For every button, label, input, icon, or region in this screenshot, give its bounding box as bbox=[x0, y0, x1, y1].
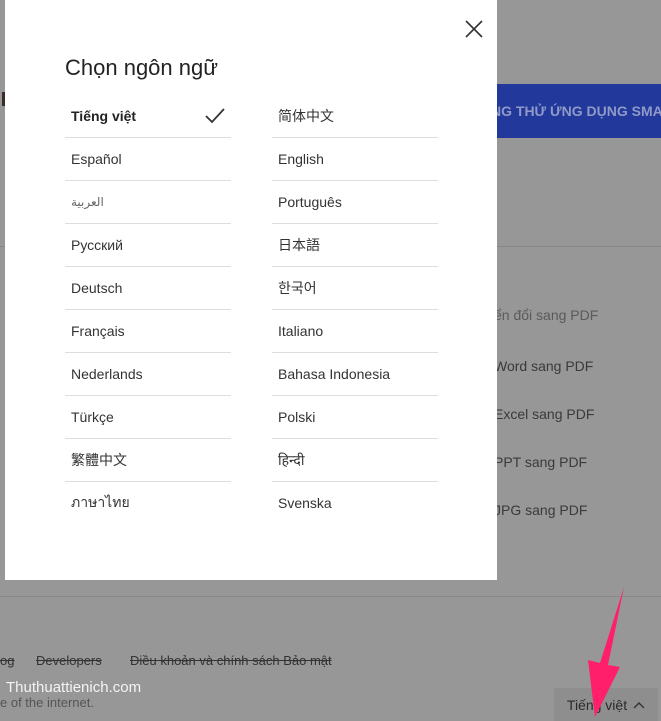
language-option-thai[interactable]: ภาษาไทย bbox=[65, 482, 231, 524]
language-option-polish[interactable]: Polski bbox=[272, 396, 438, 439]
language-option-french[interactable]: Français bbox=[65, 310, 231, 353]
language-label: English bbox=[278, 151, 324, 167]
language-label: ภาษาไทย bbox=[71, 494, 130, 510]
tagline: e of the internet. bbox=[0, 695, 94, 710]
language-label: 繁體中文 bbox=[71, 452, 127, 468]
footer-link-terms[interactable]: Điều khoản và chính sách Bảo mật bbox=[130, 653, 332, 668]
language-option-indonesian[interactable]: Bahasa Indonesia bbox=[272, 353, 438, 396]
checkmark-icon bbox=[205, 108, 225, 124]
excel-to-pdf-link[interactable]: Excel sang PDF bbox=[494, 406, 594, 422]
language-label: Français bbox=[71, 323, 125, 339]
footer-link-blog[interactable]: og bbox=[0, 653, 14, 668]
language-option-italian[interactable]: Italiano bbox=[272, 310, 438, 353]
language-label: Nederlands bbox=[71, 366, 143, 382]
language-label: Português bbox=[278, 194, 342, 210]
language-option-japanese[interactable]: 日本語 bbox=[272, 224, 438, 267]
language-label: Polski bbox=[278, 409, 316, 425]
chevron-up-icon bbox=[633, 701, 645, 708]
language-label: 日本語 bbox=[278, 237, 320, 253]
language-label: Türkçe bbox=[71, 409, 114, 425]
language-label: हिन्दी bbox=[278, 451, 305, 468]
language-option-spanish[interactable]: Español bbox=[65, 138, 231, 181]
language-option-english[interactable]: English bbox=[272, 138, 438, 181]
language-label: Svenska bbox=[278, 495, 332, 511]
word-to-pdf-link[interactable]: Word sang PDF bbox=[494, 358, 593, 374]
language-option-turkish[interactable]: Türkçe bbox=[65, 396, 231, 439]
language-option-portuguese[interactable]: Português bbox=[272, 181, 438, 224]
language-option-korean[interactable]: 한국어 bbox=[272, 267, 438, 310]
language-label: 简体中文 bbox=[278, 108, 334, 124]
ppt-to-pdf-link[interactable]: PPT sang PDF bbox=[494, 454, 587, 470]
language-label: Русский bbox=[71, 237, 123, 253]
banner-text: NG THỬ ỨNG DỤNG SMAL bbox=[497, 103, 661, 119]
language-option-arabic[interactable]: العربية bbox=[65, 181, 231, 224]
language-option-german[interactable]: Deutsch bbox=[65, 267, 231, 310]
language-label: Tiếng việt bbox=[71, 108, 137, 124]
language-label: Italiano bbox=[278, 323, 324, 339]
language-option-traditional-chinese[interactable]: 繁體中文 bbox=[65, 439, 231, 482]
language-label: Bahasa Indonesia bbox=[278, 366, 391, 382]
language-label: العربية bbox=[71, 195, 104, 209]
arrow-annotation-icon bbox=[588, 587, 624, 717]
language-modal: Chọn ngôn ngữ Tiếng việt Español العربية… bbox=[5, 0, 497, 580]
language-option-swedish[interactable]: Svenska bbox=[272, 482, 438, 524]
watermark: Thuthuattienich.com bbox=[6, 679, 142, 696]
footer-link-developers[interactable]: Developers bbox=[36, 653, 102, 668]
language-option-vietnamese[interactable]: Tiếng việt bbox=[65, 95, 231, 138]
language-label: 한국어 bbox=[278, 280, 317, 296]
language-option-dutch[interactable]: Nederlands bbox=[65, 353, 231, 396]
language-option-simplified-chinese[interactable]: 简体中文 bbox=[272, 95, 438, 138]
modal-title: Chọn ngôn ngữ bbox=[65, 55, 218, 80]
divider bbox=[0, 596, 661, 597]
language-label: Deutsch bbox=[71, 280, 123, 296]
language-list-left: Tiếng việt Español العربية Русский Deuts… bbox=[65, 95, 231, 524]
try-app-banner[interactable]: NG THỬ ỨNG DỤNG SMAL bbox=[497, 84, 661, 138]
convert-to-pdf-heading[interactable]: ển đổi sang PDF bbox=[494, 307, 598, 323]
language-option-russian[interactable]: Русский bbox=[65, 224, 231, 267]
language-option-hindi[interactable]: हिन्दी bbox=[272, 439, 438, 482]
language-label: Español bbox=[71, 151, 122, 167]
close-icon[interactable] bbox=[463, 18, 485, 40]
jpg-to-pdf-link[interactable]: JPG sang PDF bbox=[494, 502, 587, 518]
language-list-right: 简体中文 English Português 日本語 한국어 Italiano … bbox=[272, 95, 438, 524]
